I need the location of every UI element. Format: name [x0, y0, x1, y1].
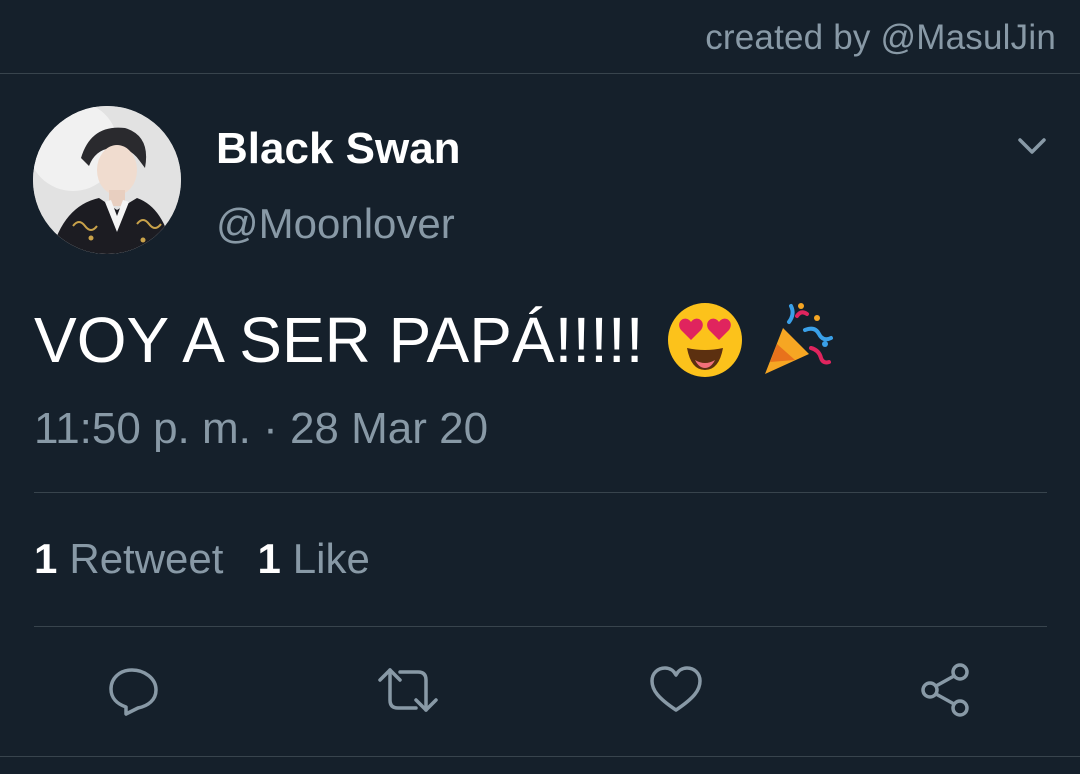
avatar-image [33, 106, 181, 254]
display-name[interactable]: Black Swan [216, 124, 461, 174]
retweet-count-number: 1 [34, 535, 58, 582]
divider [34, 626, 1047, 627]
user-handle[interactable]: @Moonlover [216, 200, 455, 248]
divider [34, 492, 1047, 493]
credit-text: created by @MasulJin [705, 18, 1056, 57]
like-count-label: Like [292, 535, 370, 582]
reply-button[interactable] [106, 662, 162, 718]
retweet-count-label: Retweet [69, 535, 224, 582]
reply-bubble-icon [109, 668, 158, 716]
retweet-icon [378, 668, 438, 712]
share-icon [921, 663, 969, 717]
like-count[interactable]: 1 Like [257, 535, 369, 583]
tweet-text-body: VOY A SER PAPÁ!!!!! [34, 304, 644, 376]
party-popper-emoji [755, 300, 835, 380]
heart-icon [650, 666, 702, 712]
like-button[interactable] [648, 662, 704, 718]
tweet-stats: 1 Retweet 1 Like [34, 535, 404, 583]
chevron-down-icon[interactable] [1010, 126, 1054, 166]
credit-bar: created by @MasulJin [0, 0, 1080, 74]
bottom-divider [0, 756, 1080, 757]
tweet-screen: created by @MasulJin Black Swan @Moonlov… [0, 0, 1080, 774]
tweet-timestamp[interactable]: 11:50 p. m. · 28 Mar 20 [34, 404, 488, 454]
retweet-count[interactable]: 1 Retweet [34, 535, 223, 583]
share-button[interactable] [916, 662, 972, 718]
retweet-button[interactable] [376, 662, 438, 718]
tweet-text: VOY A SER PAPÁ!!!!! [34, 300, 835, 380]
like-count-number: 1 [257, 535, 281, 582]
avatar[interactable] [33, 106, 181, 254]
heart-eyes-emoji [665, 300, 745, 380]
